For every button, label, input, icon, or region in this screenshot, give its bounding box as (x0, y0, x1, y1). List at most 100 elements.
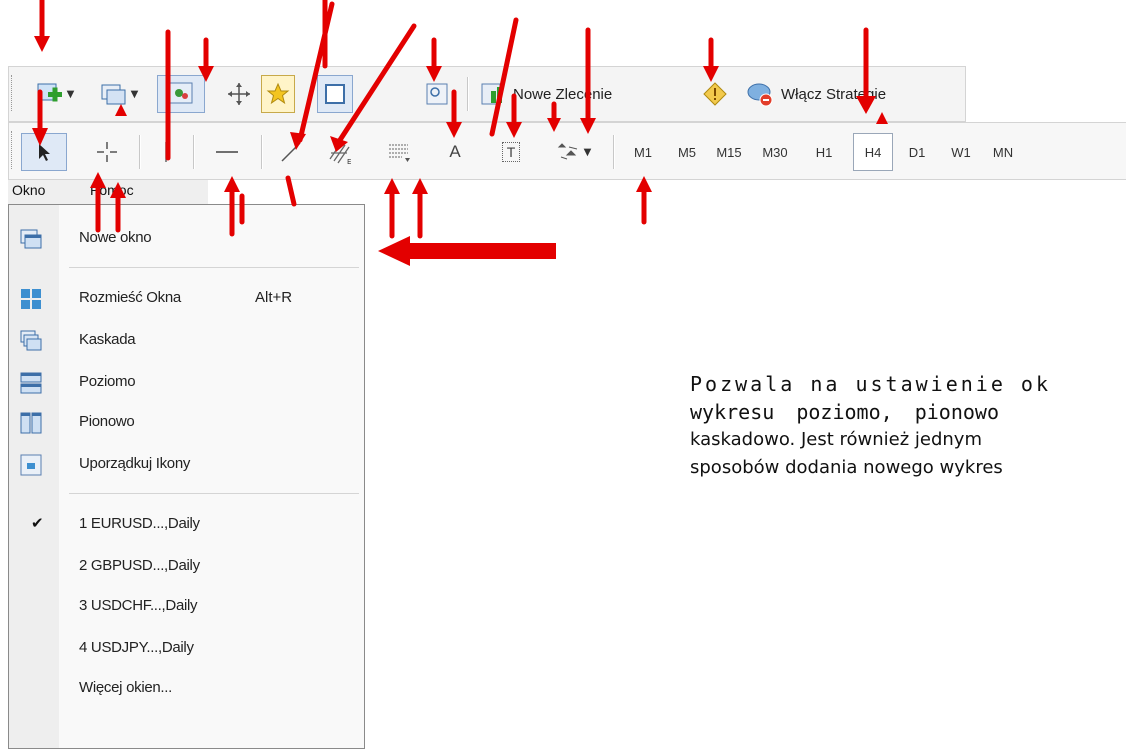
menu-item-window-4[interactable]: 4 USDJPY...,Daily (9, 631, 364, 667)
text-icon: A (449, 142, 461, 161)
tile-windows-icon (21, 289, 41, 309)
shapes-button[interactable]: ▼ (543, 133, 603, 171)
chevron-down-icon[interactable]: ▼ (67, 89, 75, 100)
navigator-button[interactable] (221, 75, 257, 113)
timeframe-m15[interactable]: M15 (709, 133, 749, 171)
cascade-icon (20, 330, 42, 351)
menu-item-horizontal[interactable]: Poziomo (9, 365, 364, 401)
text-label-icon: T (502, 142, 520, 162)
menu-item-label: Rozmieść Okna (79, 289, 181, 306)
new-order-button[interactable]: Nowe Zlecenie (479, 75, 699, 113)
horizontal-line-button[interactable] (205, 133, 249, 171)
horizontal-line-icon (216, 151, 238, 153)
menu-separator (69, 493, 359, 494)
channel-icon: E (329, 142, 351, 165)
data-window-icon (325, 84, 345, 104)
timeframe-m5[interactable]: M5 (669, 133, 705, 171)
navigator-icon (228, 83, 250, 105)
timeframe-h1[interactable]: H1 (801, 133, 847, 171)
vertical-line-icon (165, 142, 167, 162)
tile-vertical-icon (20, 412, 42, 434)
channel-button[interactable]: E (321, 133, 361, 171)
chevron-down-icon[interactable]: ▼ (584, 147, 592, 158)
description-text: Pozwala na ustawienie ok wykresu poziomo… (690, 370, 1126, 482)
arrange-icons-icon (20, 454, 42, 476)
menu-item-label: Uporządkuj Ikony (79, 455, 191, 472)
menu-item-label: Poziomo (79, 373, 136, 390)
menu-item-window-2[interactable]: 2 GBPUSD...,Daily (9, 549, 364, 585)
cursor-button[interactable] (21, 133, 67, 171)
timeframe-h4[interactable]: H4 (853, 133, 893, 171)
toolbar-grip[interactable] (11, 75, 15, 111)
data-window-button[interactable] (317, 75, 353, 113)
market-watch-button[interactable] (157, 75, 205, 113)
svg-text:E: E (347, 158, 351, 165)
toolbar-separator (139, 135, 141, 169)
trendline-icon (281, 142, 301, 162)
favorites-button[interactable] (261, 75, 295, 113)
timeframe-m30[interactable]: M30 (753, 133, 797, 171)
timeframe-w1[interactable]: W1 (941, 133, 981, 171)
menu-item-label: Pionowo (79, 413, 135, 430)
toolbar-separator (261, 135, 263, 169)
menu-item-more-windows[interactable]: Więcej okien... (9, 671, 364, 707)
menu-item-label: 1 EURUSD...,Daily (79, 515, 200, 532)
menu-item-cascade[interactable]: Kaskada (9, 323, 364, 359)
menu-item-window-1[interactable]: ✔ 1 EURUSD...,Daily (9, 507, 364, 543)
window-menu: Nowe okno Rozmieść Okna Alt+R Kaskada Po… (8, 204, 365, 749)
shortcut-label: Alt+R (255, 289, 293, 306)
profiles-button[interactable]: ▼ (89, 75, 149, 113)
menu-item-arrange-icons[interactable]: Uporządkuj Ikony (9, 447, 364, 483)
menu-item-label: 2 GBPUSD...,Daily (79, 557, 200, 574)
cursor-icon (39, 144, 50, 161)
tester-icon (426, 83, 448, 105)
standard-toolbar: ▼ ▼ Nowe Zlecenie Włącz Strategie (8, 66, 966, 122)
description-line: wykresu poziomo, pionowo (690, 400, 999, 424)
menu-window[interactable]: Okno (12, 182, 45, 198)
checkmark-icon: ✔ (31, 514, 44, 532)
strategies-button[interactable]: Włącz Strategie (745, 75, 959, 113)
new-order-label: Nowe Zlecenie (513, 85, 613, 103)
drawing-toolbar: E A T ▼ M1 M5 M15 M30 H1 H4 D1 W1 MN (8, 122, 1126, 180)
tester-button[interactable] (419, 75, 455, 113)
fibonacci-button[interactable] (379, 133, 419, 171)
toolbar-separator (467, 77, 469, 111)
menu-item-label: Więcej okien... (79, 679, 173, 696)
toolbar-grip[interactable] (11, 131, 15, 169)
timeframe-mn[interactable]: MN (983, 133, 1023, 171)
strategies-label: Włącz Strategie (781, 85, 887, 103)
new-order-icon (481, 83, 502, 105)
menu-item-label: Kaskada (79, 331, 136, 348)
metaeditor-warning-icon (703, 82, 727, 106)
chevron-down-icon[interactable]: ▼ (131, 89, 139, 100)
menu-bar: Okno Pomoc (8, 180, 208, 204)
fibonacci-icon (389, 144, 410, 162)
description-line: kaskadowo. Jest również jednym (690, 429, 982, 450)
menu-item-vertical[interactable]: Pionowo (9, 405, 364, 441)
timeframe-m1[interactable]: M1 (625, 133, 661, 171)
description-line: sposobów dodania nowego wykres (690, 457, 1003, 478)
tile-horizontal-icon (20, 372, 42, 394)
timeframe-d1[interactable]: D1 (897, 133, 937, 171)
toolbar-separator (193, 135, 195, 169)
crosshair-icon (97, 142, 117, 162)
crosshair-button[interactable] (87, 133, 127, 171)
metaeditor-button[interactable] (697, 75, 733, 113)
menu-item-label: Nowe okno (79, 229, 152, 246)
text-label-button[interactable]: T (493, 133, 529, 171)
menu-help[interactable]: Pomoc (90, 182, 134, 198)
vertical-line-button[interactable] (149, 133, 183, 171)
toolbar-separator (613, 135, 615, 169)
trendline-button[interactable] (271, 133, 311, 171)
menu-item-label: 3 USDCHF...,Daily (79, 597, 198, 614)
shapes-icon (557, 143, 577, 160)
menu-item-new-window[interactable]: Nowe okno (9, 221, 364, 257)
menu-item-tile-windows[interactable]: Rozmieść Okna Alt+R (9, 281, 364, 317)
text-button[interactable]: A (437, 133, 473, 171)
profiles-icon (101, 84, 126, 105)
menu-item-window-3[interactable]: 3 USDCHF...,Daily (9, 589, 364, 625)
menu-item-label: 4 USDJPY...,Daily (79, 639, 194, 656)
new-chart-button[interactable]: ▼ (27, 75, 83, 113)
new-chart-icon (37, 83, 62, 102)
favorites-icon (266, 82, 290, 105)
